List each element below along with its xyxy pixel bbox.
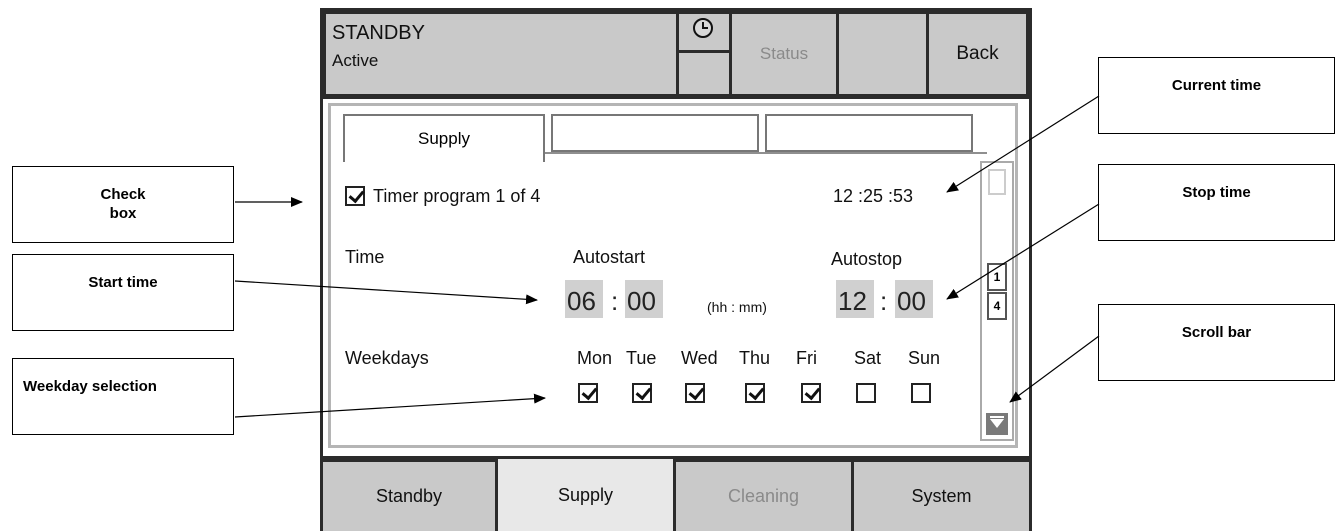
page-total: 4 <box>987 292 1007 320</box>
timer-program-label: Timer program 1 of 4 <box>373 186 541 206</box>
callout-current-time-label: Current time <box>1171 77 1262 94</box>
tab-underline <box>545 152 987 154</box>
day-label-wed: Wed <box>681 348 718 368</box>
callout-stop-time: Stop time <box>1098 164 1335 241</box>
back-button[interactable]: Back <box>929 14 1026 94</box>
footer-tab-supply[interactable]: Supply <box>498 459 673 531</box>
mode-subtitle: Active <box>332 51 379 70</box>
day-label-tue: Tue <box>626 348 657 368</box>
stop-colon: : <box>880 286 888 316</box>
day-checkbox-wed[interactable] <box>685 383 705 403</box>
header-bar: STANDBY Active Status Back <box>323 11 1029 96</box>
day-checkbox-thu[interactable] <box>745 383 765 403</box>
start-hour-value: 06 <box>567 286 596 316</box>
callout-weekday-selection: Weekday selection <box>12 358 234 435</box>
timer-panel: Supply Timer program 1 of 4 12 :25 :53 T… <box>328 103 1018 448</box>
callout-check-box-label: Check box <box>100 186 146 222</box>
callout-stop-time-label: Stop time <box>1182 184 1251 201</box>
page-current: 1 <box>987 263 1007 291</box>
day-checkbox-mon[interactable] <box>578 383 598 403</box>
tab-empty-2[interactable] <box>551 114 759 152</box>
stop-hour-value: 12 <box>838 286 867 316</box>
day-label-mon: Mon <box>577 348 613 368</box>
start-colon: : <box>611 286 619 316</box>
day-checkbox-sat[interactable] <box>856 383 876 403</box>
clock-button[interactable] <box>679 14 729 50</box>
callout-start-time: Start time <box>12 254 234 331</box>
day-label-thu: Thu <box>739 348 771 368</box>
clock-blank-cell <box>679 53 729 94</box>
day-checkbox-fri[interactable] <box>801 383 821 403</box>
footer-tab-cleaning[interactable]: Cleaning <box>676 462 851 531</box>
scroll-up-area[interactable] <box>988 169 1006 195</box>
autostart-label: Autostart <box>573 247 646 267</box>
day-label-sun: Sun <box>908 348 941 368</box>
stop-minute-value: 00 <box>897 286 926 316</box>
autostop-label: Autostop <box>831 249 903 269</box>
tab-supply[interactable]: Supply <box>343 114 545 166</box>
footer-tab-system[interactable]: System <box>854 462 1029 531</box>
clock-icon <box>693 18 713 38</box>
scroll-bar[interactable]: 1 4 <box>980 161 1014 441</box>
callout-weekday-selection-label: Weekday selection <box>23 378 157 395</box>
time-format-hint: (hh : mm) <box>707 299 767 315</box>
scroll-down-arrow-icon[interactable] <box>986 413 1008 435</box>
mode-display: STANDBY Active <box>326 14 676 94</box>
day-checkbox-tue[interactable] <box>632 383 652 403</box>
current-time-display: 12 :25 :53 <box>833 186 914 206</box>
callout-scroll-bar: Scroll bar <box>1098 304 1335 381</box>
callout-scroll-bar-label: Scroll bar <box>1181 324 1252 341</box>
status-button[interactable]: Status <box>732 14 836 94</box>
mode-title: STANDBY <box>332 22 425 44</box>
content-area: Supply Timer program 1 of 4 12 :25 :53 T… <box>323 99 1029 456</box>
footer-nav: Standby Supply Cleaning System <box>320 459 1032 531</box>
day-label-fri: Fri <box>796 348 817 368</box>
weekdays-label: Weekdays <box>345 348 429 368</box>
tab-empty-3[interactable] <box>765 114 973 152</box>
timer-program-checkbox[interactable] <box>345 186 365 206</box>
footer-tab-standby[interactable]: Standby <box>323 462 495 531</box>
blank-header-button <box>839 14 926 94</box>
tab-supply-label: Supply <box>418 129 470 148</box>
callout-start-time-label: Start time <box>88 274 158 291</box>
device-screen: STANDBY Active Status Back Supply Timer … <box>320 8 1032 531</box>
time-label: Time <box>345 247 385 267</box>
day-label-sat: Sat <box>854 348 882 368</box>
day-checkbox-sun[interactable] <box>911 383 931 403</box>
callout-current-time: Current time <box>1098 57 1335 134</box>
start-minute-value: 00 <box>627 286 656 316</box>
callout-check-box: Check box <box>12 166 234 243</box>
